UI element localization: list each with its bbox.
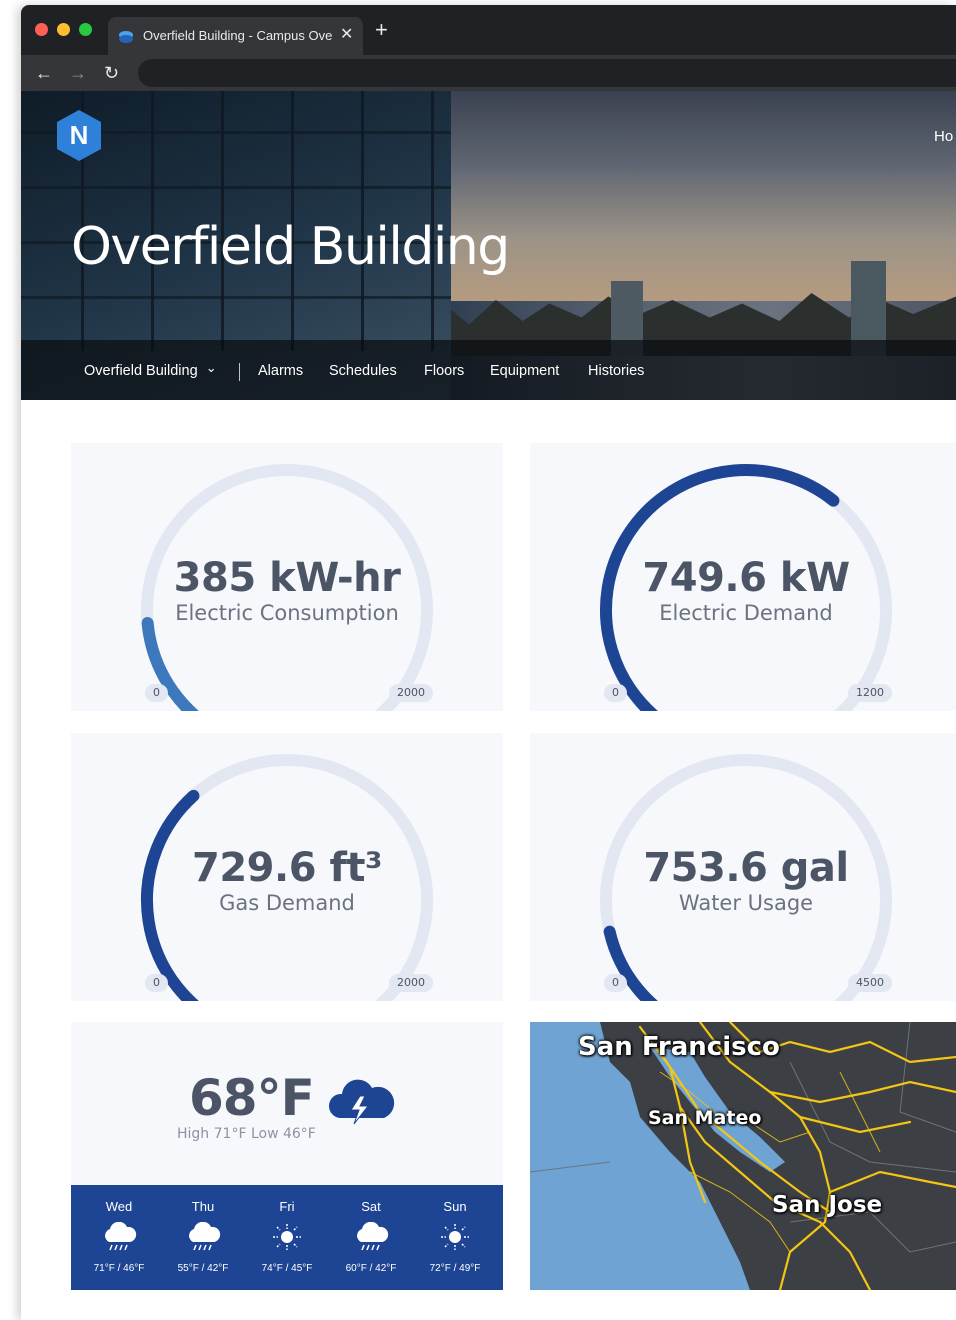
hero-banner: N Overfield Building Ho Overfield Buildi…	[21, 91, 956, 400]
gauge-card-electric-demand[interactable]: 749.6 kW Electric Demand 0 1200	[530, 443, 956, 711]
forecast-day: Wed 71°F / 46°F	[77, 1185, 161, 1290]
forecast-day: Fri 74°F / 45°F	[245, 1185, 329, 1290]
gauge-value: 385 kW-hr	[173, 555, 401, 601]
favicon-icon	[119, 31, 133, 43]
map-label-san-jose: San Jose	[772, 1192, 883, 1218]
page-title: Overfield Building	[71, 217, 510, 277]
gauge-label: Gas Demand	[219, 891, 355, 915]
forecast-day-name: Wed	[105, 1199, 133, 1214]
gauge-max-badge: 4500	[848, 974, 892, 992]
nav-divider	[239, 363, 240, 381]
forecast-range: 72°F / 49°F	[429, 1263, 481, 1274]
gauge-min-badge: 0	[604, 684, 627, 702]
address-bar[interactable]	[138, 59, 956, 87]
gauge-value: 749.6 kW	[642, 555, 850, 601]
forecast-range: 71°F / 46°F	[93, 1263, 145, 1274]
maximize-window-button[interactable]	[79, 23, 92, 36]
weather-card[interactable]: 68°F High 71°F Low 46°F Wed 71°F / 46°F …	[71, 1022, 503, 1290]
forecast-range: 74°F / 45°F	[261, 1263, 313, 1274]
nav-equipment[interactable]: Equipment	[490, 363, 559, 379]
sun-icon	[441, 1224, 469, 1250]
gauge-max-badge: 2000	[389, 684, 433, 702]
minimize-window-button[interactable]	[57, 23, 70, 36]
gauge-min-badge: 0	[145, 974, 168, 992]
forecast-day-name: Sun	[443, 1199, 467, 1214]
gauge-value: 729.6 ft³	[192, 845, 383, 891]
browser-tab[interactable]: Overfield Building - Campus Overview ✕	[108, 17, 363, 55]
gauge-label: Water Usage	[678, 891, 814, 915]
nav-alarms[interactable]: Alarms	[258, 363, 303, 379]
browser-toolbar: ← → ↻	[21, 55, 956, 91]
gauge-min-badge: 0	[604, 974, 627, 992]
forecast-strip: Wed 71°F / 46°F Thu 55°F / 42°F Fri 74°F…	[71, 1185, 503, 1290]
high-low-temperature: High 71°F Low 46°F	[177, 1126, 316, 1142]
gauge-card-electric-consumption[interactable]: 385 kW-hr Electric Consumption 0 2000	[71, 443, 503, 711]
tab-close-icon[interactable]: ✕	[340, 25, 353, 45]
forecast-range: 55°F / 42°F	[177, 1263, 229, 1274]
close-window-button[interactable]	[35, 23, 48, 36]
tab-title: Overfield Building - Campus Overview	[143, 28, 333, 43]
gauge-value: 753.6 gal	[643, 845, 849, 891]
logo-icon[interactable]: N	[54, 108, 104, 163]
nav-floors[interactable]: Floors	[424, 363, 464, 379]
building-selector-label: Overfield Building	[84, 363, 198, 379]
chevron-down-icon: ⌄	[205, 360, 217, 375]
forecast-day-name: Sat	[361, 1199, 381, 1214]
current-temperature: 68°F	[189, 1069, 315, 1127]
forward-arrow-icon[interactable]: →	[69, 61, 87, 85]
map-label-san-francisco: San Francisco	[578, 1032, 780, 1062]
reload-icon[interactable]: ↻	[104, 61, 119, 85]
gauge-label: Electric Consumption	[175, 601, 399, 625]
forecast-day: Sat 60°F / 42°F	[329, 1185, 413, 1290]
gauge-max-badge: 1200	[848, 684, 892, 702]
back-arrow-icon[interactable]: ←	[35, 61, 53, 85]
gauge-max-badge: 2000	[389, 974, 433, 992]
new-tab-button[interactable]: +	[375, 19, 388, 41]
gauge-card-gas-demand[interactable]: 729.6 ft³ Gas Demand 0 2000	[71, 733, 503, 1001]
thunderstorm-icon	[328, 1079, 395, 1125]
rain-cloud-icon	[357, 1222, 389, 1251]
browser-tab-bar: Overfield Building - Campus Overview ✕ +	[21, 5, 956, 55]
header-home-link[interactable]: Ho	[934, 128, 953, 145]
browser-window: Overfield Building - Campus Overview ✕ +…	[21, 5, 956, 1320]
forecast-day: Sun 72°F / 49°F	[413, 1185, 497, 1290]
gauge-label: Electric Demand	[659, 601, 833, 625]
nav-schedules[interactable]: Schedules	[329, 363, 397, 379]
rain-cloud-icon	[105, 1222, 137, 1251]
gauge-min-badge: 0	[145, 684, 168, 702]
rain-cloud-icon	[189, 1222, 221, 1251]
svg-text:N: N	[70, 120, 89, 150]
forecast-day: Thu 55°F / 42°F	[161, 1185, 245, 1290]
sub-navigation: Overfield Building ⌄ Alarms Schedules Fl…	[21, 340, 956, 400]
forecast-range: 60°F / 42°F	[345, 1263, 397, 1274]
sun-icon	[273, 1224, 301, 1250]
nav-histories[interactable]: Histories	[588, 363, 644, 379]
map-card[interactable]: San Francisco San Mateo San Jose	[530, 1022, 956, 1290]
map-canvas[interactable]	[530, 1022, 956, 1290]
forecast-day-name: Fri	[279, 1199, 295, 1214]
gauge-card-water-usage[interactable]: 753.6 gal Water Usage 0 4500	[530, 733, 956, 1001]
building-selector[interactable]: Overfield Building ⌄	[84, 360, 217, 379]
forecast-day-name: Thu	[191, 1199, 215, 1214]
map-label-san-mateo: San Mateo	[648, 1107, 762, 1129]
